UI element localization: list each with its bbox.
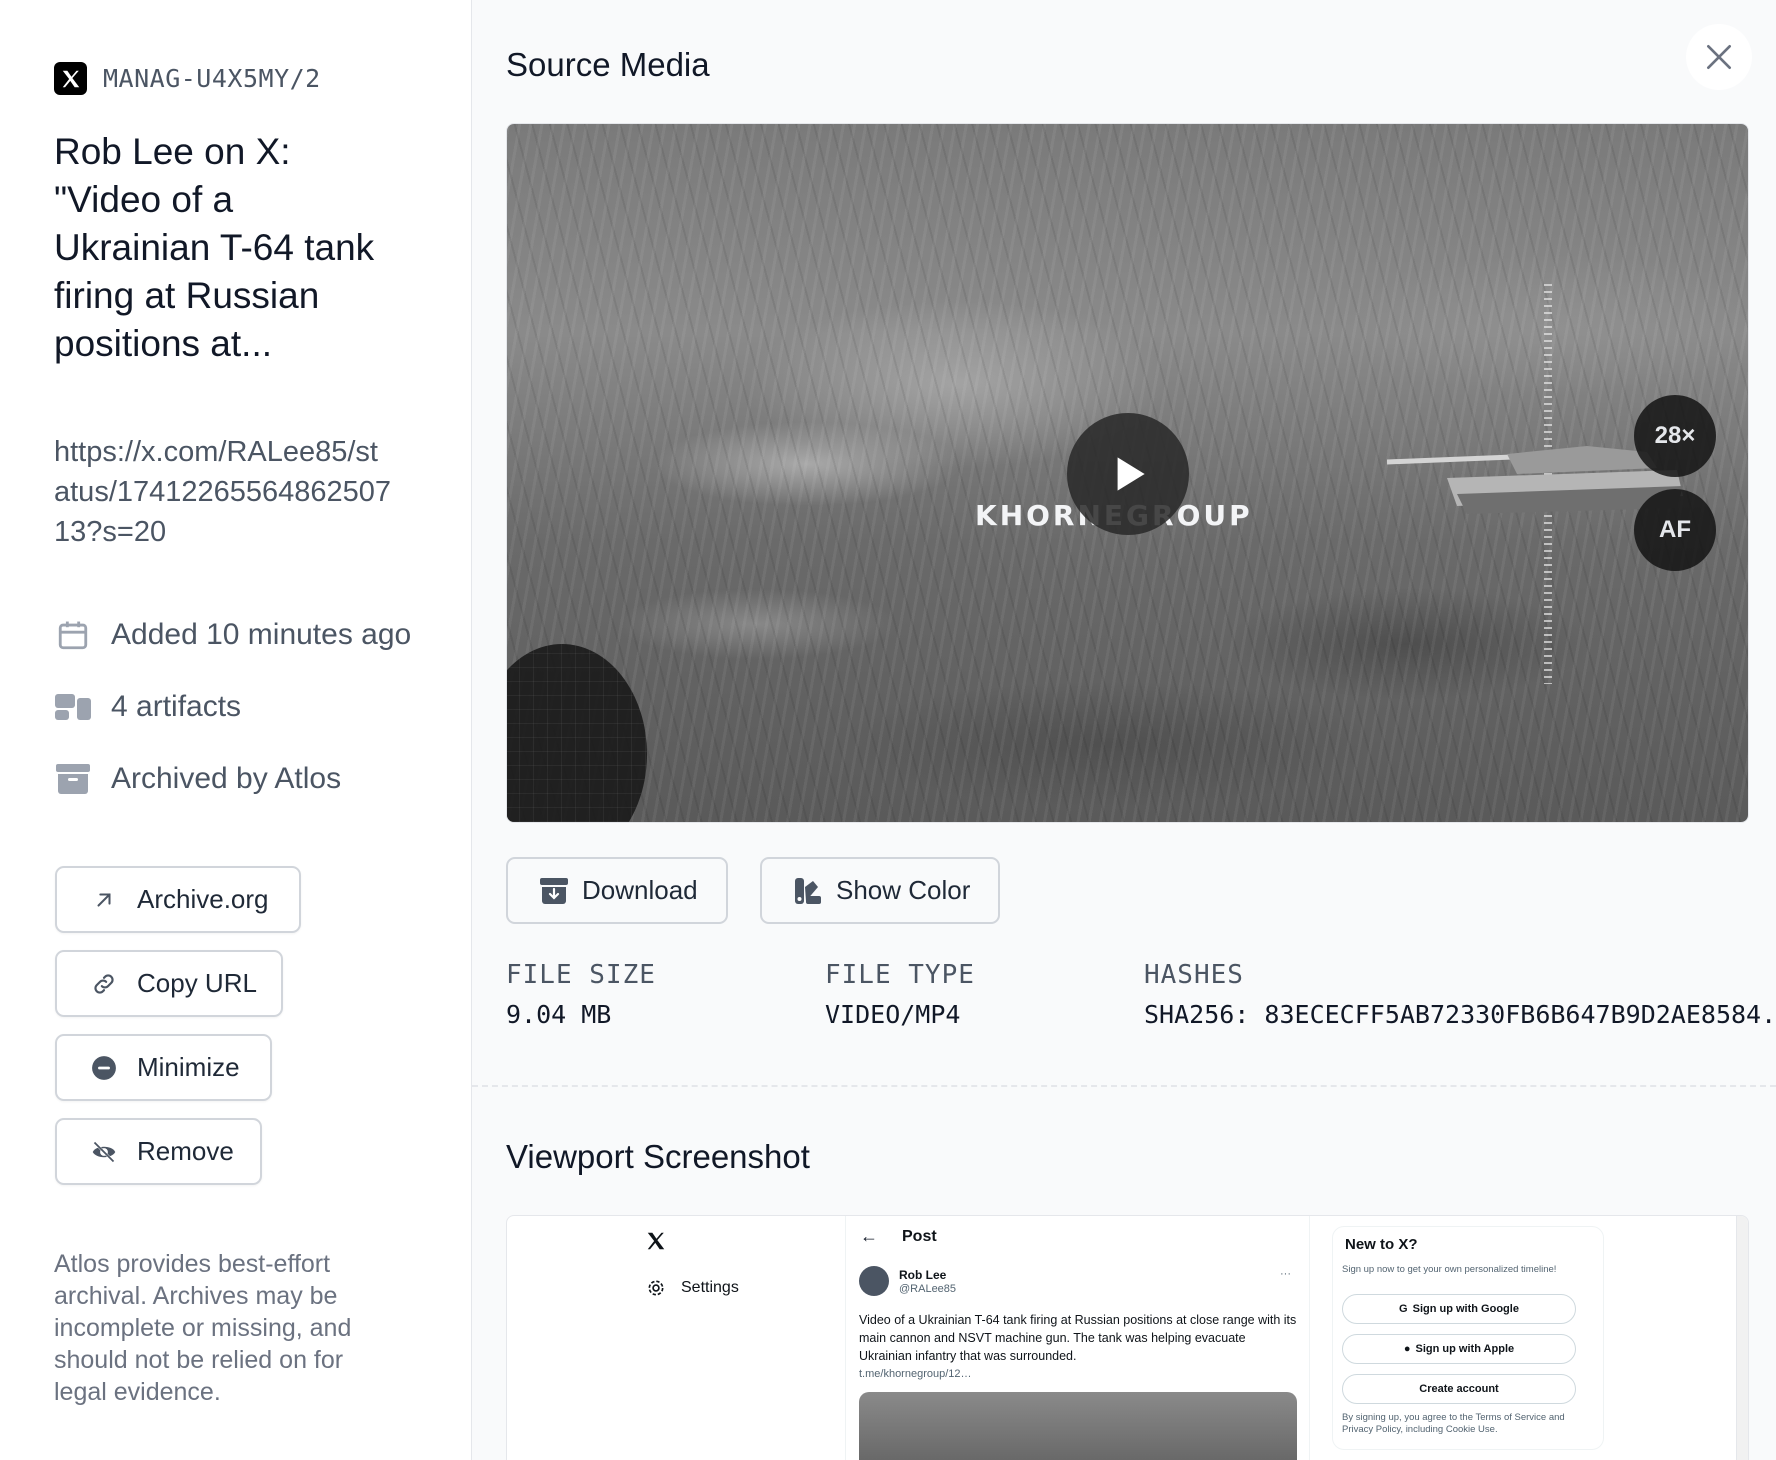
more-menu: ··· xyxy=(1280,1268,1291,1280)
archive-box-icon xyxy=(54,760,91,797)
show-color-label: Show Color xyxy=(836,875,971,905)
google-signup-button[interactable]: G Sign up with Google xyxy=(1342,1294,1576,1324)
artifacts-text: 4 artifacts xyxy=(111,689,242,723)
disclaimer: Atlos provides best-effort archival. Arc… xyxy=(54,1250,352,1406)
minimize-label: Minimize xyxy=(137,1052,240,1082)
meta-archived: Archived by Atlos xyxy=(54,760,341,797)
apple-icon: ● xyxy=(1403,1343,1411,1355)
signup-subtitle: Sign up now to get your own personalized… xyxy=(1342,1264,1557,1275)
download-label: Download xyxy=(582,875,698,905)
x-post-column: ← Post Rob Lee @RALee85 ··· Video of a U… xyxy=(846,1216,1310,1460)
close-button[interactable] xyxy=(1686,24,1752,90)
sidebar: MANAG-U4X5MY/2 Rob Lee on X: "Video of a… xyxy=(0,0,472,1460)
archive-org-label: Archive.org xyxy=(137,884,269,914)
post-header: Post xyxy=(902,1228,937,1245)
download-button[interactable]: Download xyxy=(506,857,728,924)
author-name: Rob Lee xyxy=(899,1268,947,1282)
viewport-screenshot-heading: Viewport Screenshot xyxy=(506,1138,810,1175)
tweet-text: Video of a Ukrainian T-64 tank firing at… xyxy=(859,1313,1297,1363)
terms-text: By signing up, you agree to the Terms of… xyxy=(1342,1412,1565,1435)
eye-slash-icon xyxy=(91,1139,117,1165)
swatch-icon xyxy=(794,877,822,905)
download-box-icon xyxy=(540,877,568,905)
link-icon xyxy=(91,971,117,997)
create-account-button[interactable]: Create account xyxy=(1342,1374,1576,1404)
copy-url-label: Copy URL xyxy=(137,968,257,998)
added-text: Added 10 minutes ago xyxy=(111,617,412,651)
play-icon xyxy=(1117,457,1145,491)
zoom-indicator: 28× xyxy=(1634,395,1716,477)
google-icon: G xyxy=(1399,1303,1408,1315)
close-icon xyxy=(1707,45,1731,69)
video-player[interactable]: KHORNEGROUP 28× AF xyxy=(506,123,1749,823)
minimize-button[interactable]: Minimize xyxy=(55,1034,272,1101)
artifacts-icon xyxy=(54,688,91,725)
gear-icon xyxy=(648,1280,664,1296)
author-avatar xyxy=(859,1266,889,1296)
autofocus-indicator: AF xyxy=(1634,489,1716,571)
x-signup-column: New to X? Sign up now to get your own pe… xyxy=(1310,1216,1748,1460)
x-left-nav: Settings xyxy=(507,1216,846,1460)
page-title: Rob Lee on X: "Video of a Ukrainian T-64… xyxy=(54,131,375,364)
screenshot-scrollbar[interactable] xyxy=(1736,1216,1748,1460)
remove-label: Remove xyxy=(137,1136,234,1166)
show-color-button[interactable]: Show Color xyxy=(760,857,1000,924)
file-size-value: 9.04 MB xyxy=(506,1000,612,1029)
google-signup-label: Sign up with Google xyxy=(1412,1303,1519,1315)
settings-link: Settings xyxy=(681,1279,739,1296)
file-size-label: FILE SIZE xyxy=(506,960,656,990)
section-divider xyxy=(472,1085,1776,1087)
apple-signup-button[interactable]: ● Sign up with Apple xyxy=(1342,1334,1576,1364)
tweet-media-thumbnail xyxy=(859,1392,1297,1460)
project-id: MANAG-U4X5MY/2 xyxy=(103,64,321,93)
arrow-up-right-icon xyxy=(91,887,117,913)
tweet-link: t.me/khornegroup/12… xyxy=(859,1368,972,1380)
x-logo-icon xyxy=(647,1232,665,1250)
x-logo-icon xyxy=(54,62,87,95)
author-handle: @RALee85 xyxy=(899,1283,957,1295)
file-type-value: VIDEO/MP4 xyxy=(825,1000,961,1029)
back-arrow-icon: ← xyxy=(860,1226,878,1246)
meta-artifacts: 4 artifacts xyxy=(54,688,241,725)
play-button[interactable] xyxy=(1067,413,1189,535)
source-media-heading: Source Media xyxy=(506,46,710,83)
meta-added: Added 10 minutes ago xyxy=(54,616,411,653)
minus-circle-icon xyxy=(91,1055,117,1081)
hashes-value[interactable]: SHA256: 83ECECFF5AB72330FB6B647B9D2AE858… xyxy=(1144,1000,1776,1029)
project-id-row: MANAG-U4X5MY/2 xyxy=(54,62,321,95)
calendar-icon xyxy=(54,616,91,653)
remove-button[interactable]: Remove xyxy=(55,1118,262,1185)
hashes-label: HASHES xyxy=(1144,960,1244,990)
archived-text: Archived by Atlos xyxy=(111,761,342,795)
archive-org-button[interactable]: Archive.org xyxy=(55,866,301,933)
copy-url-button[interactable]: Copy URL xyxy=(55,950,283,1017)
main-panel: Source Media KHORNEGROUP 28× AF Download… xyxy=(472,0,1776,1460)
source-url[interactable]: https://x.com/RALee85/status/17412265564… xyxy=(54,432,394,552)
file-type-label: FILE TYPE xyxy=(825,960,975,990)
apple-signup-label: Sign up with Apple xyxy=(1415,1343,1515,1355)
new-to-x-heading: New to X? xyxy=(1345,1236,1418,1253)
viewport-screenshot[interactable]: Settings ← Post Rob Lee @RALee85 ··· Vid… xyxy=(506,1215,1749,1460)
